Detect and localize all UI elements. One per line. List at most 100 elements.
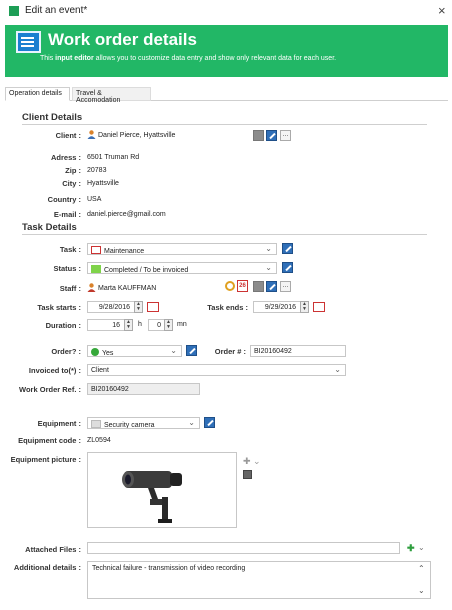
additional-details-textarea[interactable]: Technical failure - transmission of vide… xyxy=(87,561,431,599)
staff-list-button[interactable] xyxy=(253,281,264,292)
calendar-icon xyxy=(91,246,101,254)
scroll-down-icon[interactable]: ⌄ xyxy=(418,586,425,595)
chevron-down-icon: ⌄ xyxy=(334,365,341,374)
banner-subtitle: This input editor allows you to customiz… xyxy=(40,55,336,62)
status-dot-icon xyxy=(91,348,99,356)
attached-files-field[interactable] xyxy=(87,542,400,554)
country-label: Country : xyxy=(47,195,81,204)
client-list-button[interactable] xyxy=(253,130,264,141)
additional-details-value: Technical failure - transmission of vide… xyxy=(92,565,246,572)
duration-hours-spinner[interactable]: ▲ ▼ xyxy=(124,319,133,331)
status-select[interactable]: Completed / To be invoiced ⌄ xyxy=(87,262,277,274)
equipment-value: Security camera xyxy=(104,422,155,429)
pen-icon[interactable] xyxy=(266,281,277,292)
calendar-icon[interactable] xyxy=(147,302,159,312)
additional-details-label: Additional details : xyxy=(13,563,81,572)
scroll-up-icon[interactable]: ⌃ xyxy=(418,564,425,573)
equipment-label: Equipment : xyxy=(37,419,81,428)
work-order-ref-label: Work Order Ref. : xyxy=(19,385,81,394)
invoiced-to-value: Client xyxy=(91,367,109,374)
zip-value: 20783 xyxy=(87,167,107,174)
tab-operation-details[interactable]: Operation details xyxy=(5,87,70,101)
order-value: Yes xyxy=(102,350,114,357)
chevron-down-icon[interactable]: ⌄ xyxy=(418,543,425,552)
add-file-icon[interactable]: ✚ xyxy=(407,543,415,554)
chevron-down-icon: ⌄ xyxy=(188,418,195,427)
section-divider xyxy=(22,124,427,125)
equipment-code-value: ZL0594 xyxy=(87,437,111,444)
pen-icon[interactable] xyxy=(204,417,215,428)
equipment-picture-label: Equipment picture : xyxy=(10,455,81,464)
order-number-input[interactable]: BI20160492 xyxy=(250,345,346,357)
invoiced-to-label: Invoiced to(*) : xyxy=(28,366,81,375)
person-icon xyxy=(87,283,96,292)
title-bar: Edit an event* × xyxy=(0,0,452,22)
status-label: Status : xyxy=(53,264,81,273)
pen-icon[interactable] xyxy=(282,262,293,273)
tab-strip: Operation details Travel & Accomodation xyxy=(5,87,448,104)
section-divider xyxy=(22,234,427,235)
add-picture-icon[interactable]: ✚ ⌄ xyxy=(243,456,261,467)
client-label: Client : xyxy=(55,131,81,140)
pen-icon[interactable] xyxy=(266,130,277,141)
country-value: USA xyxy=(87,196,102,203)
email-label: E-mail : xyxy=(53,210,81,219)
security-camera-image xyxy=(122,471,182,523)
staff-label: Staff : xyxy=(59,284,81,293)
subtitle-text-post: allows you to customize data entry and s… xyxy=(93,55,337,62)
section-client-details: Client Details xyxy=(22,112,83,123)
address-value: 6501 Truman Rd xyxy=(87,154,140,161)
status-color-icon xyxy=(91,265,101,273)
task-starts-label: Task starts : xyxy=(37,303,81,312)
task-select[interactable]: Maintenance ⌄ xyxy=(87,243,277,255)
pen-icon[interactable] xyxy=(282,243,293,254)
task-starts-spinner[interactable]: ▲ ▼ xyxy=(134,301,143,313)
task-label: Task : xyxy=(59,245,81,254)
attached-files-label: Attached Files : xyxy=(25,545,81,554)
minutes-unit: mn xyxy=(177,321,187,328)
chevron-down-icon: ⌄ xyxy=(265,244,272,253)
person-icon xyxy=(87,130,96,139)
order-select[interactable]: Yes ⌄ xyxy=(87,345,182,357)
equipment-code-label: Equipment code : xyxy=(18,436,81,445)
task-ends-label: Task ends : xyxy=(207,303,248,312)
invoiced-to-select[interactable]: Client ⌄ xyxy=(87,364,346,376)
staff-more-button[interactable]: ... xyxy=(280,281,291,292)
address-label: Adress : xyxy=(50,153,81,162)
equipment-icon xyxy=(91,420,101,428)
tab-travel-accomodation[interactable]: Travel & Accomodation xyxy=(72,87,151,104)
form-icon xyxy=(16,31,41,53)
clock-icon[interactable] xyxy=(225,281,235,291)
order-label: Order? : xyxy=(51,347,81,356)
email-value[interactable]: daniel.pierce@gmail.com xyxy=(87,211,166,218)
work-order-ref-field: BI20160492 xyxy=(87,383,200,395)
subtitle-text-bold: input editor xyxy=(55,55,94,62)
order-number-label: Order # : xyxy=(214,347,246,356)
staff-value[interactable]: Marta KAUFFMAN xyxy=(98,285,156,292)
task-ends-spinner[interactable]: ▲ ▼ xyxy=(300,301,309,313)
header-banner: Work order details xyxy=(5,25,448,77)
calendar-icon[interactable] xyxy=(313,302,325,312)
delete-picture-icon[interactable] xyxy=(243,470,252,479)
city-label: City : xyxy=(62,179,81,188)
close-icon[interactable]: × xyxy=(438,3,446,18)
client-value[interactable]: Daniel Pierce, Hyattsville xyxy=(98,132,175,139)
chevron-down-icon: ⌄ xyxy=(265,263,272,272)
page-title: Work order details xyxy=(48,30,197,49)
chevron-down-icon: ⌄ xyxy=(170,346,177,355)
subtitle-text-pre: This xyxy=(40,55,56,62)
hours-unit: h xyxy=(138,321,142,328)
equipment-select[interactable]: Security camera ⌄ xyxy=(87,417,200,429)
calendar-icon[interactable]: 26 xyxy=(237,280,248,292)
task-value: Maintenance xyxy=(104,248,145,255)
client-more-button[interactable]: ... xyxy=(280,130,291,141)
zip-label: Zip : xyxy=(65,166,81,175)
equipment-picture[interactable] xyxy=(87,452,237,528)
window-title: Edit an event* xyxy=(25,5,88,16)
app-icon xyxy=(9,6,19,16)
duration-minutes-spinner[interactable]: ▲ ▼ xyxy=(164,319,173,331)
section-task-details: Task Details xyxy=(22,222,77,233)
city-value: Hyattsville xyxy=(87,180,119,187)
status-value: Completed / To be invoiced xyxy=(104,267,189,274)
duration-label: Duration : xyxy=(45,321,81,330)
